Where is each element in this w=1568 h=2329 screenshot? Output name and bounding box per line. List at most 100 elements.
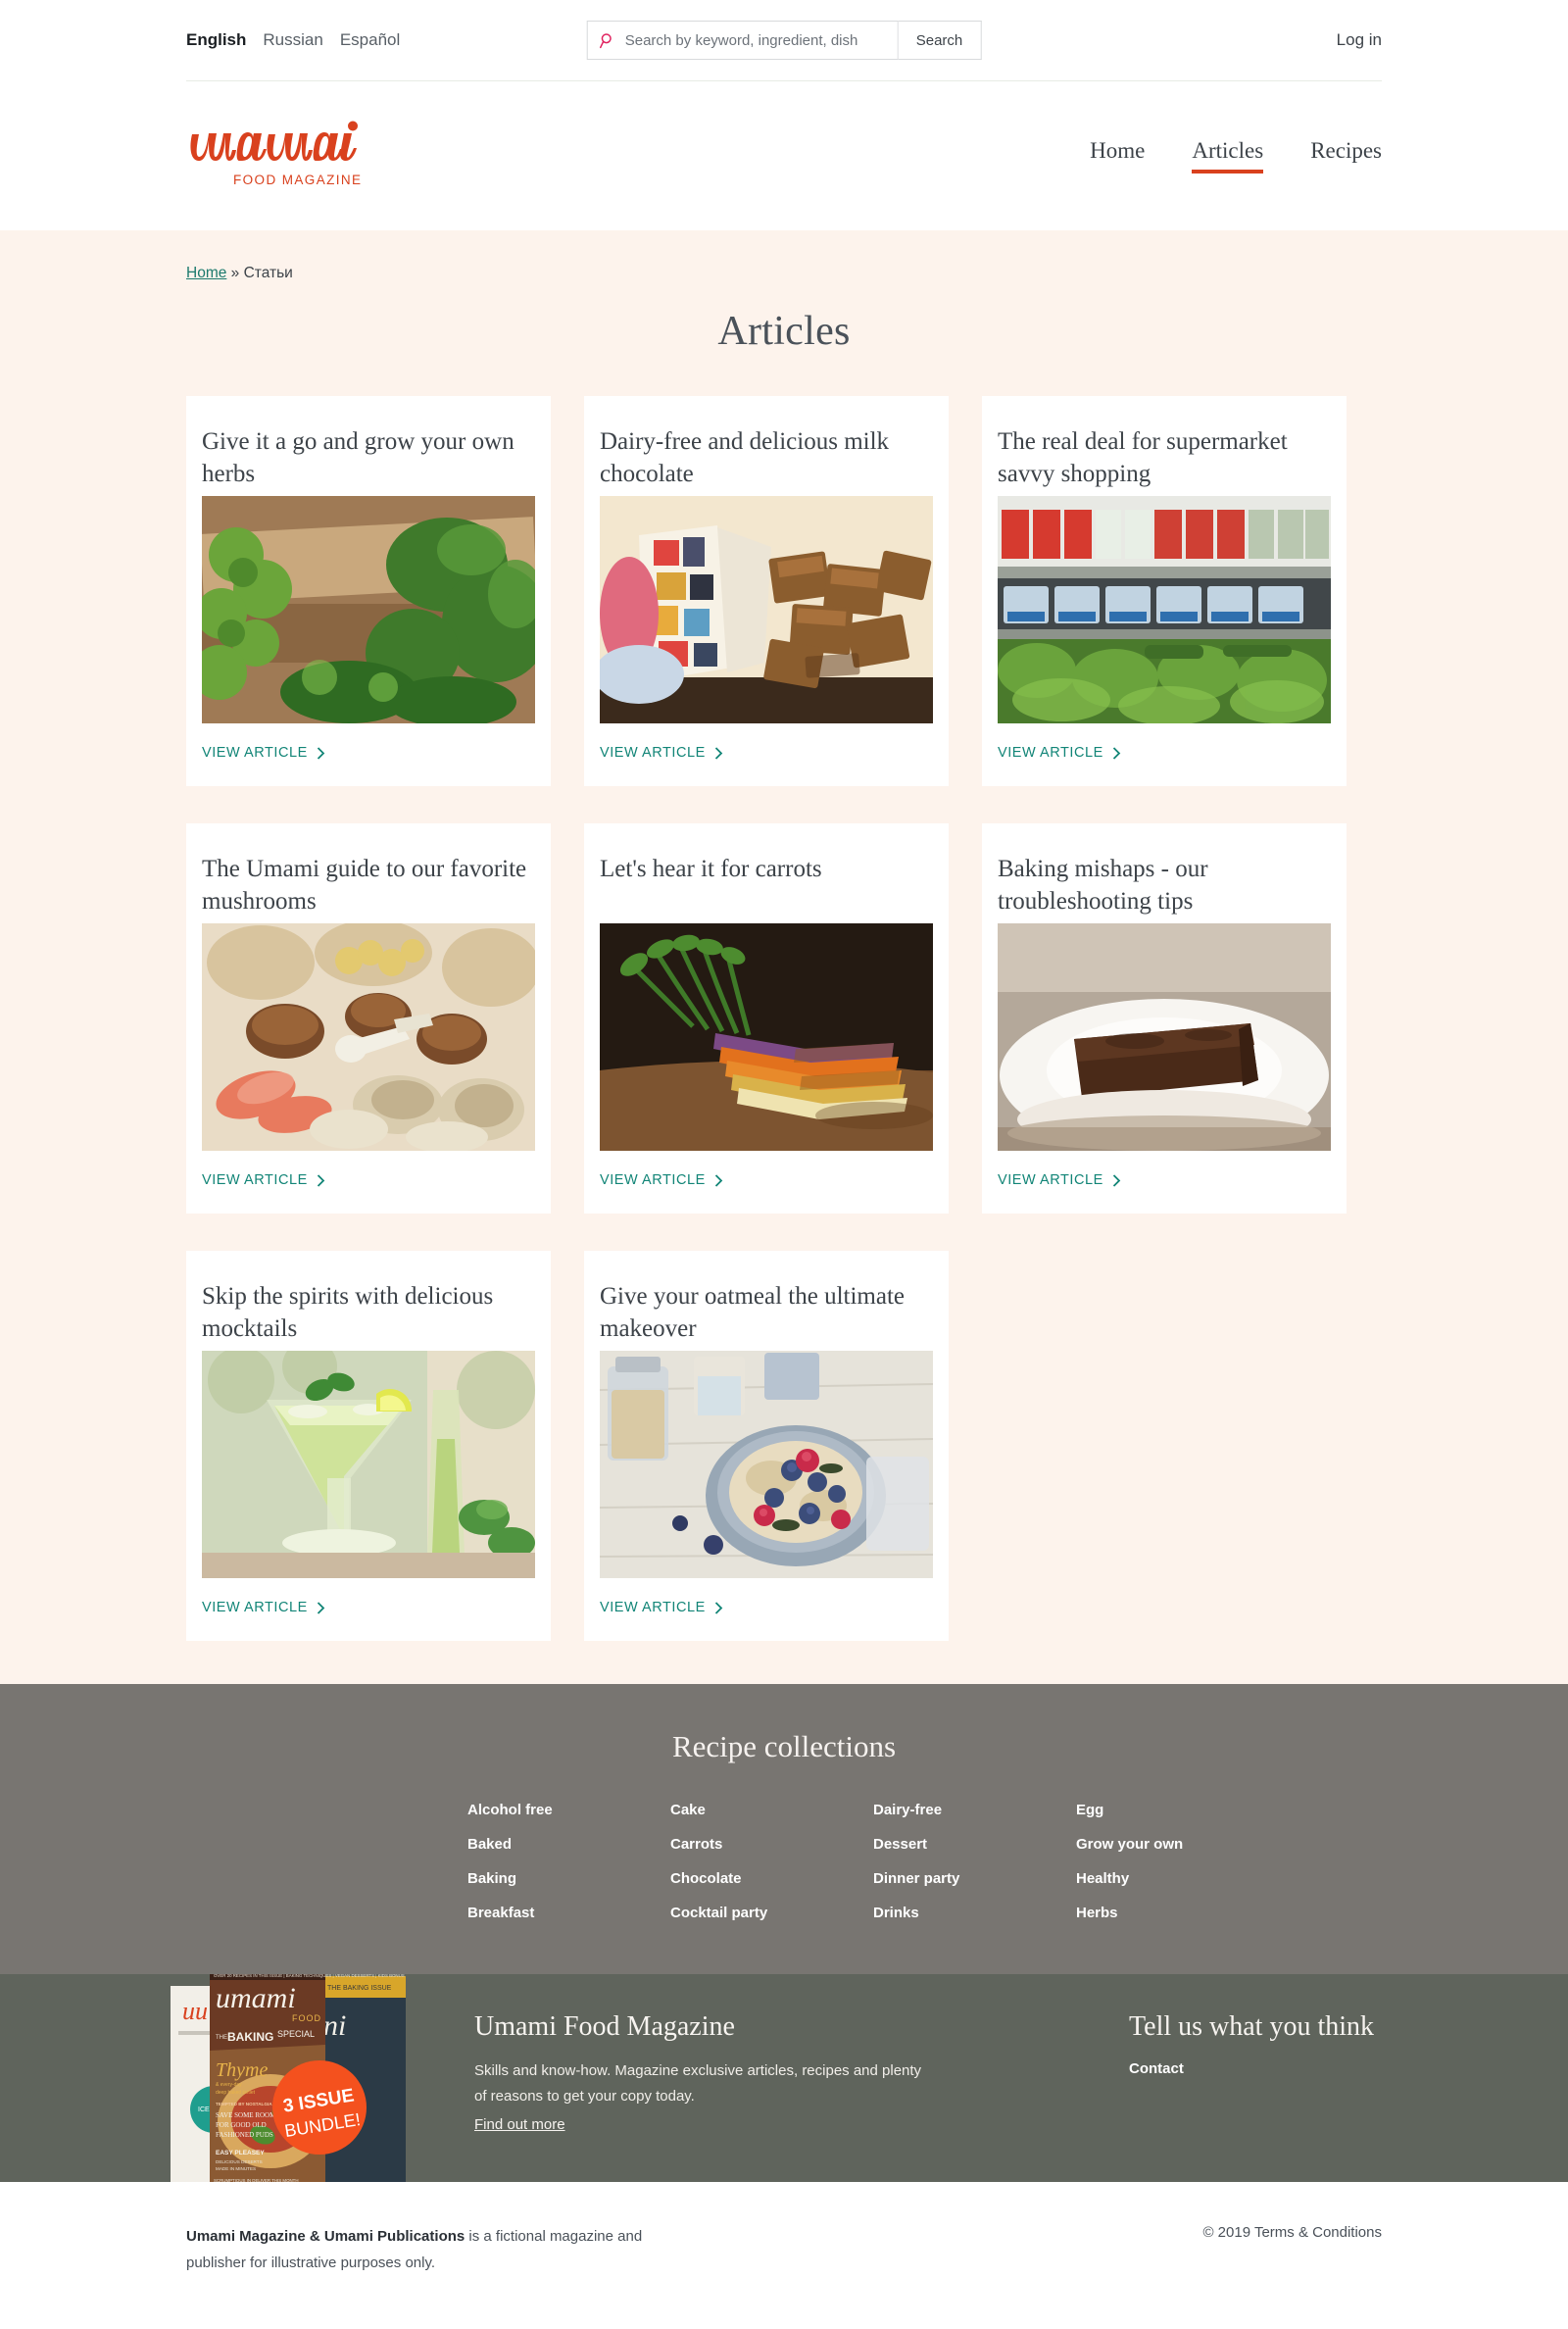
view-article-label: VIEW ARTICLE [600,1600,706,1615]
chevron-right-icon [317,1601,325,1614]
svg-text:FOOD: FOOD [292,2013,321,2023]
language-option-spanish[interactable]: Español [340,30,400,50]
breadcrumb-current: Статьи [243,265,293,281]
collection-link-grow-your-own[interactable]: Grow your own [1076,1836,1183,1853]
collection-link-baking[interactable]: Baking [467,1870,516,1887]
view-article-label: VIEW ARTICLE [998,745,1103,761]
collection-link-chocolate[interactable]: Chocolate [670,1870,742,1887]
collection-link-dessert[interactable]: Dessert [873,1836,927,1853]
login-link[interactable]: Log in [1337,30,1382,50]
svg-text:umami: umami [216,1982,296,2014]
article-card[interactable]: Let's hear it for carrots VIEW ARTICLE [584,823,949,1214]
collection-link-breakfast[interactable]: Breakfast [467,1905,534,1921]
view-article-label: VIEW ARTICLE [202,1172,308,1188]
chocolate-brownie-on-plate-photo [998,923,1331,1151]
collection-link-dairy-free[interactable]: Dairy-free [873,1802,942,1818]
terms-and-conditions-link[interactable]: © 2019 Terms & Conditions [1202,2223,1382,2276]
chevron-right-icon [714,746,723,760]
breadcrumb-home-link[interactable]: Home [186,265,226,281]
article-title[interactable]: Let's hear it for carrots [600,839,933,923]
article-title[interactable]: The real deal for supermarket savvy shop… [998,412,1331,496]
chevron-right-icon [317,1173,325,1187]
svg-text:MADE IN MINUTES: MADE IN MINUTES [216,2166,256,2171]
feedback-block: Tell us what you think Contact [1129,1974,1374,2182]
view-article-link[interactable]: VIEW ARTICLE [998,1151,1121,1208]
article-card[interactable]: Skip the spirits with delicious mocktail… [186,1251,551,1641]
breadcrumb: Home » Статьи [186,252,1382,282]
view-article-label: VIEW ARTICLE [600,745,706,761]
article-title[interactable]: Dairy-free and delicious milk chocolate [600,412,933,496]
breadcrumb-separator: » [230,265,240,281]
view-article-link[interactable]: VIEW ARTICLE [998,723,1121,780]
svg-text:THE BAKING ISSUE: THE BAKING ISSUE [327,1985,392,1992]
collection-link-baked[interactable]: Baked [467,1836,512,1853]
svg-text:TEMPTED BY NOSTALGIA: TEMPTED BY NOSTALGIA [216,2102,272,2106]
language-option-english[interactable]: English [186,30,246,50]
view-article-link[interactable]: VIEW ARTICLE [600,723,723,780]
article-title[interactable]: Give it a go and grow your own herbs [202,412,535,496]
nav-item-recipes[interactable]: Recipes [1310,138,1382,173]
svg-text:ni: ni [323,2009,346,2042]
promo-text-block: Umami Food Magazine Skills and know-how.… [474,1974,935,2182]
search-input[interactable] [624,31,886,49]
search-field[interactable] [586,21,899,60]
collection-link-dinner-party[interactable]: Dinner party [873,1870,959,1887]
article-title[interactable]: Baking mishaps - our troubleshooting tip… [998,839,1331,923]
language-option-russian[interactable]: Russian [263,30,322,50]
feedback-heading: Tell us what you think [1129,2011,1375,2042]
article-title[interactable]: The Umami guide to our favorite mushroom… [202,839,535,923]
nav-item-articles[interactable]: Articles [1192,138,1263,173]
svg-text:SPECIAL: SPECIAL [277,2029,315,2039]
collection-link-carrots[interactable]: Carrots [670,1836,722,1853]
svg-text:FASHIONED PUDS: FASHIONED PUDS [216,2131,273,2139]
collection-link-egg[interactable]: Egg [1076,1802,1103,1818]
supermarket-produce-shelves-photo [998,496,1331,723]
view-article-link[interactable]: VIEW ARTICLE [202,1578,325,1635]
article-card[interactable]: The Umami guide to our favorite mushroom… [186,823,551,1214]
article-title[interactable]: Give your oatmeal the ultimate makeover [600,1266,933,1351]
article-card[interactable]: Dairy-free and delicious milk chocolate [584,396,949,786]
contact-link[interactable]: Contact [1129,2060,1184,2077]
recipe-collections-title: Recipe collections [671,1729,897,1763]
svg-text:Thyme: Thyme [216,2059,268,2081]
collection-link-herbs[interactable]: Herbs [1076,1905,1118,1921]
chevron-right-icon [1112,1173,1121,1187]
chevron-right-icon [1112,746,1121,760]
nav-item-home[interactable]: Home [1090,138,1145,173]
promo-description: Skills and know-how. Magazine exclusive … [474,2062,922,2106]
article-card[interactable]: Baking mishaps - our troubleshooting tip… [982,823,1347,1214]
article-title[interactable]: Skip the spirits with delicious mocktail… [202,1266,535,1351]
collection-link-cake[interactable]: Cake [670,1802,706,1818]
colophon: Umami Magazine & Umami Publications is a… [0,2182,1568,2329]
milk-chocolate-chunks-photo [600,496,933,723]
magazine-covers-artwork: uu ICELAND THE BAKING ISSUE ni OVER 20 R… [169,1974,423,2182]
view-article-label: VIEW ARTICLE [202,745,308,761]
recipe-collections-section: Recipe collections Alcohol free Cake Dai… [0,1684,1568,1974]
masthead: FOOD MAGAZINE Home Articles Recipes [0,81,1568,230]
assorted-mushrooms-photo [202,923,535,1151]
view-article-link[interactable]: VIEW ARTICLE [202,723,325,780]
collection-link-drinks[interactable]: Drinks [873,1905,919,1921]
collection-link-cocktail-party[interactable]: Cocktail party [670,1905,767,1921]
recipe-collections-grid: Alcohol free Cake Dairy-free Egg Baked C… [289,1802,1279,1921]
article-card[interactable]: Give it a go and grow your own herbs VIE… [186,396,551,786]
magazine-promo-section: uu ICELAND THE BAKING ISSUE ni OVER 20 R… [0,1974,1568,2182]
main-navigation: Home Articles Recipes [1090,138,1382,173]
view-article-link[interactable]: VIEW ARTICLE [202,1151,325,1208]
svg-text:EASY PLEASEY: EASY PLEASEY [216,2150,265,2156]
site-logo[interactable]: FOOD MAGAZINE [186,121,361,191]
heirloom-carrots-photo [600,923,933,1151]
chevron-right-icon [317,746,325,760]
view-article-link[interactable]: VIEW ARTICLE [600,1578,723,1635]
svg-text:SAVE SOME ROOM: SAVE SOME ROOM [216,2111,276,2119]
view-article-link[interactable]: VIEW ARTICLE [600,1151,723,1208]
article-grid: Give it a go and grow your own herbs VIE… [186,396,1382,1641]
article-card[interactable]: Give your oatmeal the ultimate makeover [584,1251,949,1641]
svg-text:& every-day: & every-day [216,2082,242,2088]
find-out-more-link[interactable]: Find out more [474,2116,565,2133]
collection-link-healthy[interactable]: Healthy [1076,1870,1129,1887]
article-card[interactable]: The real deal for supermarket savvy shop… [982,396,1347,786]
search-button[interactable]: Search [898,21,982,60]
collection-link-alcohol-free[interactable]: Alcohol free [467,1802,553,1818]
svg-text:THE: THE [216,2035,227,2041]
